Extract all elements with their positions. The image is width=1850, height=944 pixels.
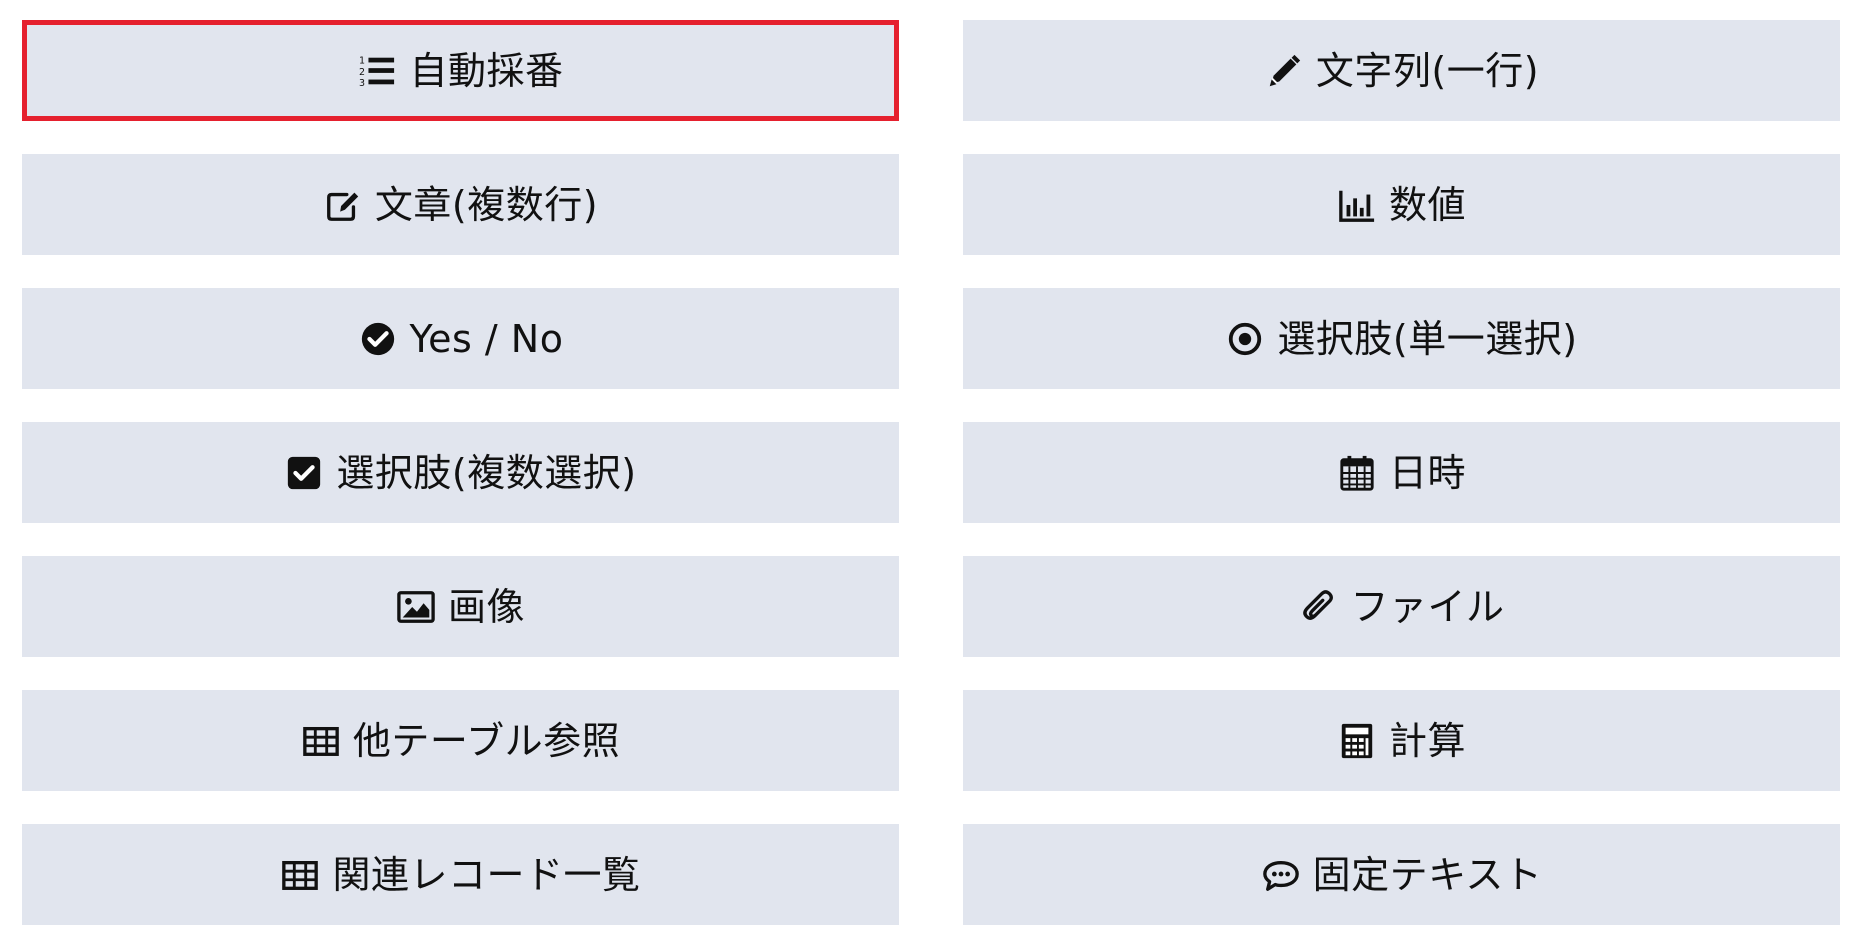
svg-text:3: 3 [359,78,365,89]
field-type-grid: 1 2 3 自動採番 文字列(一行) 文章(複数行) 数値 Yes / No 選… [22,20,1840,925]
calculator-icon [1337,721,1377,761]
field-type-file-button[interactable]: ファイル [963,556,1840,657]
field-type-multi-choice-button[interactable]: 選択肢(複数選択) [22,422,899,523]
field-type-label: 関連レコード一覧 [332,852,641,897]
field-type-text-multi-button[interactable]: 文章(複数行) [22,154,899,255]
field-type-text-single-button[interactable]: 文字列(一行) [963,20,1840,121]
field-type-label: 自動採番 [409,48,564,93]
field-type-label: 計算 [1388,718,1466,763]
field-type-label: 文字列(一行) [1315,48,1540,93]
field-type-yes-no-button[interactable]: Yes / No [22,288,899,389]
field-type-number-button[interactable]: 数値 [963,154,1840,255]
check-circle-icon [358,319,398,359]
calendar-icon [1337,453,1377,493]
pencil-icon [1264,51,1304,91]
field-type-table-reference-button[interactable]: 他テーブル参照 [22,690,899,791]
svg-text:1: 1 [359,55,365,66]
check-square-icon [284,453,324,493]
field-type-auto-number-button[interactable]: 1 2 3 自動採番 [22,20,899,121]
field-type-label: 他テーブル参照 [352,718,621,763]
field-type-label: 日時 [1388,450,1466,495]
field-type-label: 文章(複数行) [374,182,599,227]
field-type-label: 画像 [447,584,525,629]
field-type-label: 選択肢(複数選択) [336,450,637,495]
field-type-label: 数値 [1388,182,1466,227]
field-type-single-choice-button[interactable]: 選択肢(単一選択) [963,288,1840,389]
field-type-label: ファイル [1350,584,1505,629]
field-type-label: Yes / No [409,316,564,361]
field-type-calculation-button[interactable]: 計算 [963,690,1840,791]
field-type-label: 固定テキスト [1312,852,1543,897]
bar-chart-icon [1337,185,1377,225]
table-icon [301,721,341,761]
image-icon [396,587,436,627]
table-icon [280,855,320,895]
edit-square-icon [323,185,363,225]
paperclip-icon [1298,587,1338,627]
speech-bubble-icon [1261,855,1301,895]
field-type-datetime-button[interactable]: 日時 [963,422,1840,523]
field-type-fixed-text-button[interactable]: 固定テキスト [963,824,1840,925]
field-type-label: 選択肢(単一選択) [1277,316,1578,361]
ordered-list-icon: 1 2 3 [357,51,397,91]
radio-dot-icon [1225,319,1265,359]
field-type-related-records-button[interactable]: 関連レコード一覧 [22,824,899,925]
svg-text:2: 2 [359,66,365,77]
field-type-image-button[interactable]: 画像 [22,556,899,657]
